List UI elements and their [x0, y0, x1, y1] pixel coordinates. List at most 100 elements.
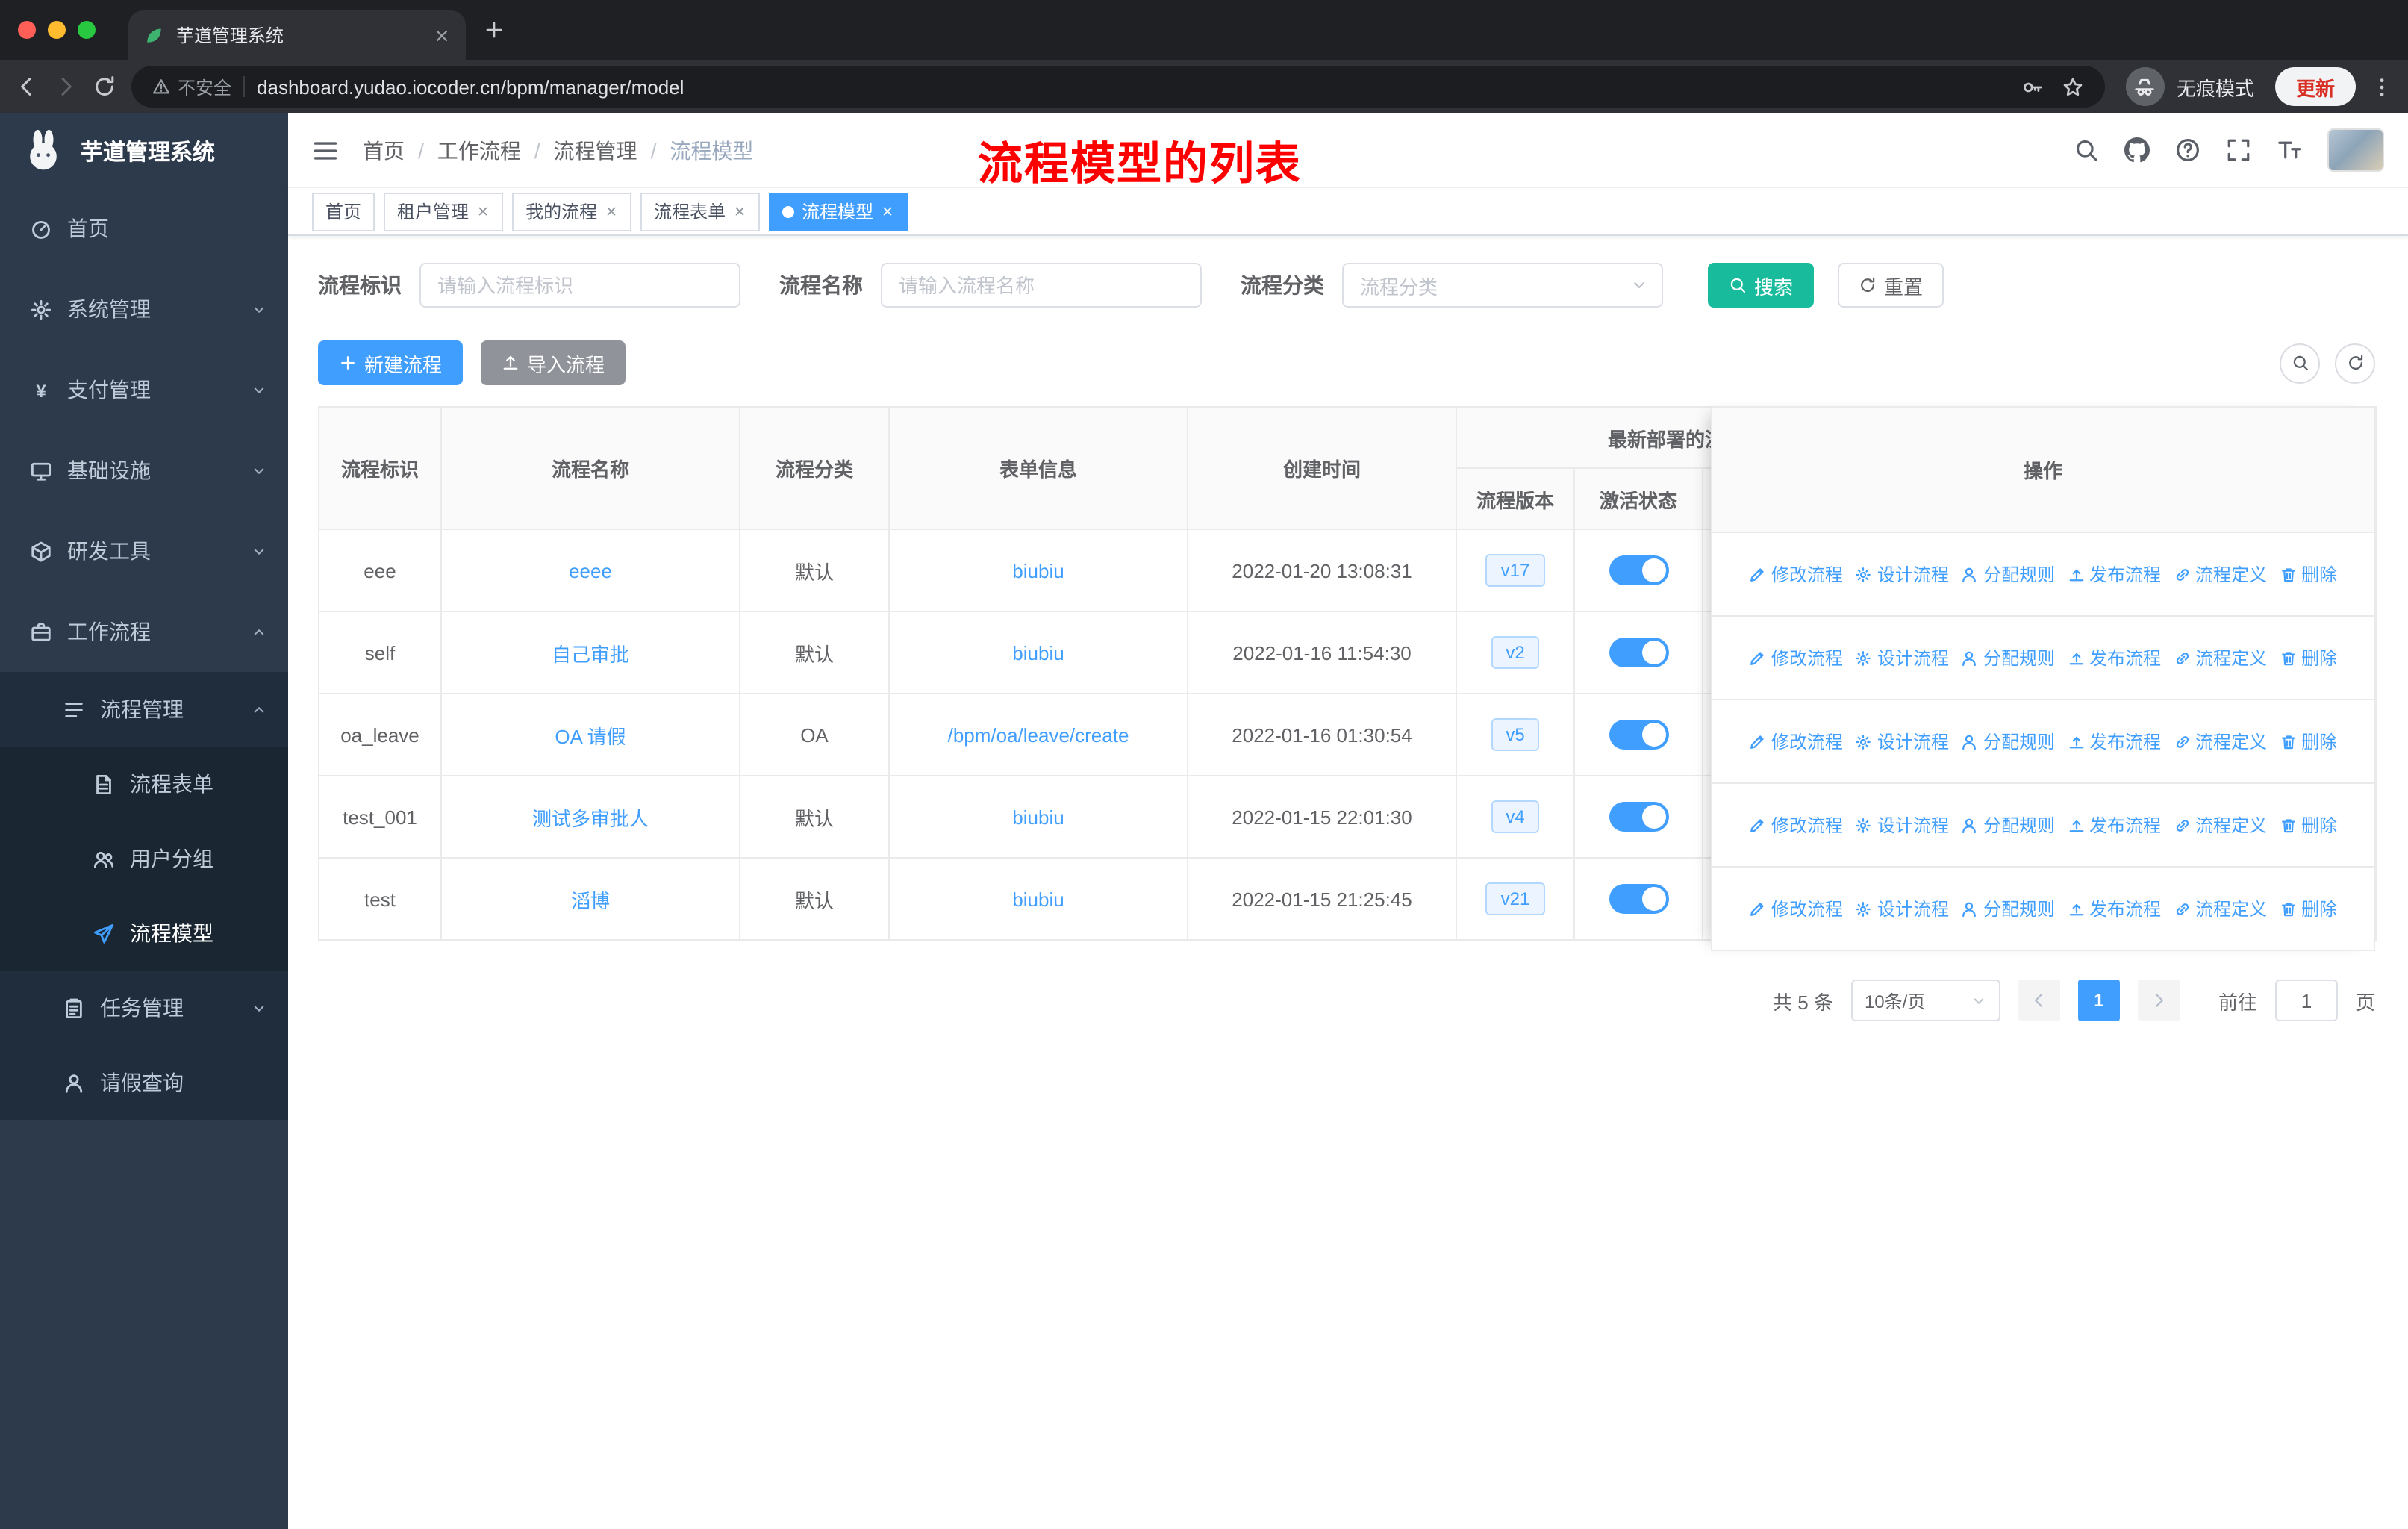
- active-toggle[interactable]: [1609, 720, 1668, 750]
- action-delete-link[interactable]: 删除: [2279, 561, 2337, 587]
- search-icon[interactable]: [2074, 137, 2099, 163]
- sidebar-item-flow[interactable]: 流程管理: [0, 672, 288, 747]
- sidebar-item-users[interactable]: 用户分组: [0, 821, 288, 896]
- breadcrumb-home[interactable]: 首页: [363, 135, 405, 165]
- filter-name-input[interactable]: [881, 263, 1202, 308]
- reset-button[interactable]: 重置: [1838, 263, 1944, 308]
- action-delete-link[interactable]: 删除: [2279, 729, 2337, 754]
- import-flow-button[interactable]: 导入流程: [481, 340, 626, 385]
- browser-menu-button[interactable]: [2371, 75, 2393, 98]
- action-assign-link[interactable]: 分配规则: [1961, 812, 2055, 838]
- tag-流程模型[interactable]: 流程模型: [769, 192, 908, 231]
- bookmark-star-icon[interactable]: [2062, 75, 2084, 98]
- minimize-window-button[interactable]: [48, 21, 66, 39]
- tag-我的流程[interactable]: 我的流程: [512, 192, 632, 231]
- sidebar-item-send[interactable]: 流程模型: [0, 896, 288, 971]
- sidebar-item-monitor[interactable]: 基础设施: [0, 430, 288, 511]
- action-design-link[interactable]: 设计流程: [1855, 729, 1949, 754]
- cell-name-text[interactable]: OA 请假: [555, 725, 626, 747]
- close-window-button[interactable]: [18, 21, 36, 39]
- tag-首页[interactable]: 首页: [312, 192, 375, 231]
- goto-page-input[interactable]: [2274, 980, 2338, 1021]
- sidebar-item-yen[interactable]: ¥ 支付管理: [0, 349, 288, 430]
- help-icon[interactable]: [2175, 137, 2200, 163]
- tag-流程表单[interactable]: 流程表单: [640, 192, 761, 231]
- active-toggle[interactable]: [1609, 555, 1668, 585]
- action-delete-link[interactable]: 删除: [2279, 812, 2337, 838]
- filter-category-select[interactable]: 流程分类: [1342, 263, 1663, 308]
- cell-name-text[interactable]: eeee: [569, 559, 612, 582]
- forward-button[interactable]: [54, 75, 78, 99]
- action-design-link[interactable]: 设计流程: [1855, 896, 1949, 921]
- close-icon[interactable]: [733, 205, 746, 218]
- cell-name-text[interactable]: 自己审批: [552, 643, 629, 665]
- sidebar-collapse-button[interactable]: [312, 137, 339, 164]
- action-design-link[interactable]: 设计流程: [1855, 812, 1949, 838]
- action-publish-link[interactable]: 发布流程: [2067, 896, 2161, 921]
- github-icon[interactable]: [2124, 137, 2150, 163]
- action-publish-link[interactable]: 发布流程: [2067, 561, 2161, 587]
- cell-form-text[interactable]: biubiu: [1012, 641, 1064, 664]
- page-size-select[interactable]: 10条/页: [1850, 980, 2000, 1021]
- reload-button[interactable]: [93, 75, 116, 99]
- fullscreen-icon[interactable]: [2226, 137, 2251, 163]
- sidebar-item-clipboard[interactable]: 任务管理: [0, 971, 288, 1045]
- sidebar-item-gauge[interactable]: 首页: [0, 188, 288, 269]
- filter-id-input[interactable]: [419, 263, 740, 308]
- action-edit-link[interactable]: 修改流程: [1749, 812, 1843, 838]
- browser-tab[interactable]: 芋道管理系统: [128, 10, 466, 60]
- sidebar-item-user[interactable]: 请假查询: [0, 1045, 288, 1120]
- action-define-link[interactable]: 流程定义: [2173, 645, 2267, 670]
- sidebar-item-doc[interactable]: 流程表单: [0, 747, 288, 821]
- user-avatar[interactable]: [2327, 128, 2384, 172]
- action-delete-link[interactable]: 删除: [2279, 645, 2337, 670]
- toggle-search-button[interactable]: [2280, 343, 2320, 383]
- breadcrumb-workflow[interactable]: 工作流程: [437, 135, 521, 165]
- action-publish-link[interactable]: 发布流程: [2067, 645, 2161, 670]
- action-edit-link[interactable]: 修改流程: [1749, 645, 1843, 670]
- cell-name-text[interactable]: 测试多审批人: [532, 807, 649, 829]
- action-edit-link[interactable]: 修改流程: [1749, 561, 1843, 587]
- sidebar-item-box[interactable]: 研发工具: [0, 511, 288, 591]
- cell-form-text[interactable]: /bpm/oa/leave/create: [948, 723, 1129, 746]
- browser-update-button[interactable]: 更新: [2274, 67, 2356, 106]
- action-edit-link[interactable]: 修改流程: [1749, 896, 1843, 921]
- cell-form-text[interactable]: biubiu: [1012, 559, 1064, 582]
- action-assign-link[interactable]: 分配规则: [1961, 896, 2055, 921]
- action-edit-link[interactable]: 修改流程: [1749, 729, 1843, 754]
- new-tab-button[interactable]: [484, 19, 505, 40]
- page-1-button[interactable]: 1: [2077, 980, 2120, 1021]
- action-assign-link[interactable]: 分配规则: [1961, 645, 2055, 670]
- active-toggle[interactable]: [1609, 802, 1668, 832]
- address-bar[interactable]: 不安全 dashboard.yudao.iocoder.cn/bpm/manag…: [131, 66, 2105, 108]
- action-design-link[interactable]: 设计流程: [1855, 645, 1949, 670]
- create-flow-button[interactable]: 新建流程: [318, 340, 464, 385]
- action-publish-link[interactable]: 发布流程: [2067, 729, 2161, 754]
- zoom-window-button[interactable]: [78, 21, 96, 39]
- cell-form-text[interactable]: biubiu: [1012, 888, 1064, 910]
- cell-name-text[interactable]: 滔博: [571, 889, 610, 912]
- action-assign-link[interactable]: 分配规则: [1961, 561, 2055, 587]
- active-toggle[interactable]: [1609, 884, 1668, 914]
- sidebar-item-briefcase[interactable]: 工作流程: [0, 591, 288, 672]
- active-toggle[interactable]: [1609, 638, 1668, 667]
- security-status[interactable]: 不安全: [152, 74, 231, 99]
- url-text[interactable]: dashboard.yudao.iocoder.cn/bpm/manager/m…: [257, 75, 2009, 98]
- tag-租户管理[interactable]: 租户管理: [384, 192, 504, 231]
- password-manager-icon[interactable]: [2021, 75, 2044, 98]
- close-icon[interactable]: [476, 205, 490, 218]
- prev-page-button[interactable]: [2018, 980, 2060, 1021]
- sidebar-item-gear[interactable]: 系统管理: [0, 269, 288, 349]
- action-define-link[interactable]: 流程定义: [2173, 561, 2267, 587]
- breadcrumb-process-mgmt[interactable]: 流程管理: [554, 135, 637, 165]
- close-icon[interactable]: [605, 205, 618, 218]
- tab-close-icon[interactable]: [433, 26, 451, 44]
- app-logo[interactable]: 芋道管理系统: [0, 113, 288, 188]
- action-delete-link[interactable]: 删除: [2279, 896, 2337, 921]
- cell-form-text[interactable]: biubiu: [1012, 806, 1064, 828]
- action-publish-link[interactable]: 发布流程: [2067, 812, 2161, 838]
- font-size-icon[interactable]: [2277, 137, 2302, 163]
- action-define-link[interactable]: 流程定义: [2173, 812, 2267, 838]
- back-button[interactable]: [15, 75, 39, 99]
- action-define-link[interactable]: 流程定义: [2173, 896, 2267, 921]
